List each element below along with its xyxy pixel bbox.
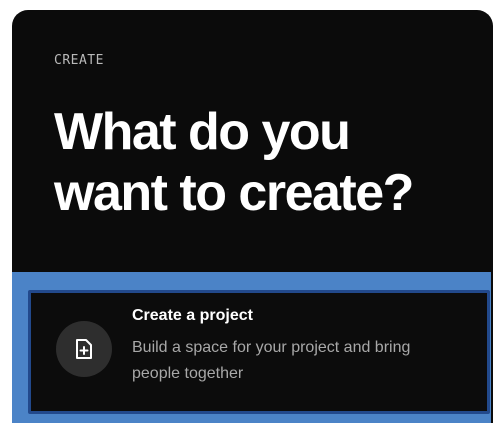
option-description: Build a space for your project and bring… bbox=[132, 339, 411, 382]
create-panel: CREATE What do you want to create? Creat… bbox=[12, 10, 493, 423]
new-document-icon bbox=[56, 321, 112, 377]
option-title: Create a project bbox=[132, 307, 253, 324]
page-title: What do you want to create? bbox=[54, 103, 414, 222]
section-label: CREATE bbox=[54, 53, 104, 68]
create-project-option[interactable]: Create a project Build a space for your … bbox=[28, 290, 490, 414]
